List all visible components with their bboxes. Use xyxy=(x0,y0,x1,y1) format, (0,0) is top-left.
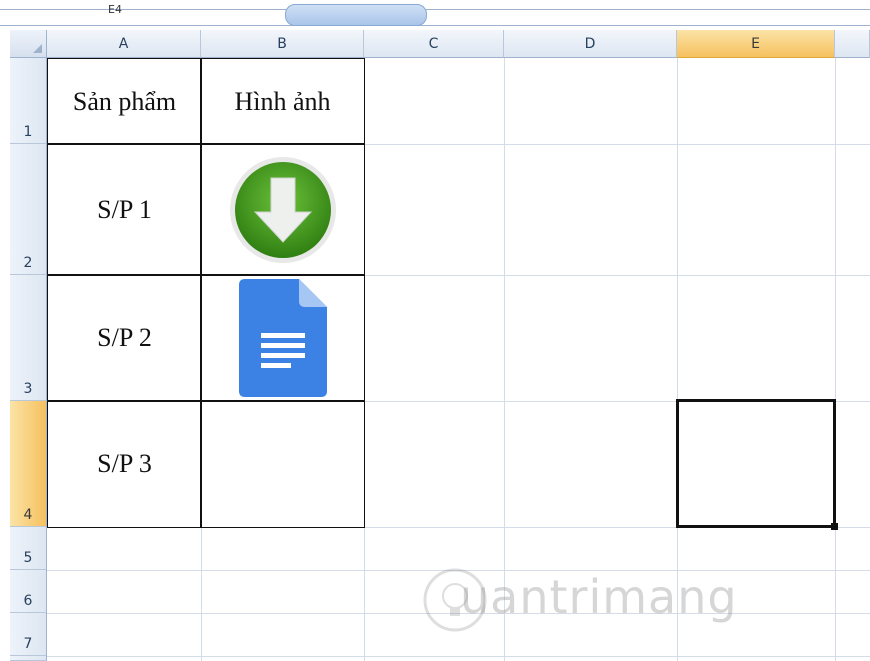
col-header-d[interactable]: D xyxy=(504,30,677,58)
col-header-b[interactable]: B xyxy=(201,30,364,58)
col-header-a[interactable]: A xyxy=(47,30,201,58)
col-header-f[interactable] xyxy=(835,30,870,58)
cell-a3[interactable]: S/P 2 xyxy=(47,274,202,402)
select-all-corner[interactable] xyxy=(10,30,47,58)
cell-a1[interactable]: Sản phẩm xyxy=(47,58,202,145)
row-header-2[interactable]: 2 xyxy=(10,144,47,275)
formula-tab[interactable] xyxy=(285,4,427,26)
row-header-3[interactable]: 3 xyxy=(10,275,47,401)
row-header-8[interactable] xyxy=(10,656,47,661)
cell-b2[interactable] xyxy=(200,143,365,276)
row-header-5[interactable]: 5 xyxy=(10,527,47,570)
active-cell-e4[interactable] xyxy=(676,399,836,528)
row-header-1[interactable]: 1 xyxy=(10,58,47,144)
col-header-c[interactable]: C xyxy=(364,30,504,58)
row-header-7[interactable]: 7 xyxy=(10,613,47,656)
row-header-4[interactable]: 4 xyxy=(10,401,47,527)
cell-b1[interactable]: Hình ảnh xyxy=(200,58,365,145)
name-box-fragment[interactable]: E4 xyxy=(108,3,122,16)
cell-a2[interactable]: S/P 1 xyxy=(47,143,202,276)
document-icon[interactable] xyxy=(237,277,329,399)
row-header-6[interactable]: 6 xyxy=(10,570,47,613)
fill-handle[interactable] xyxy=(831,523,838,530)
cell-b3[interactable] xyxy=(200,274,365,402)
watermark-text: uantrimang xyxy=(460,570,738,624)
formula-bar-area: E4 xyxy=(0,0,870,30)
cell-b4[interactable] xyxy=(200,400,365,528)
download-arrow-icon[interactable] xyxy=(227,154,339,266)
cell-a4[interactable]: S/P 3 xyxy=(47,400,202,528)
col-header-e[interactable]: E xyxy=(677,30,835,58)
